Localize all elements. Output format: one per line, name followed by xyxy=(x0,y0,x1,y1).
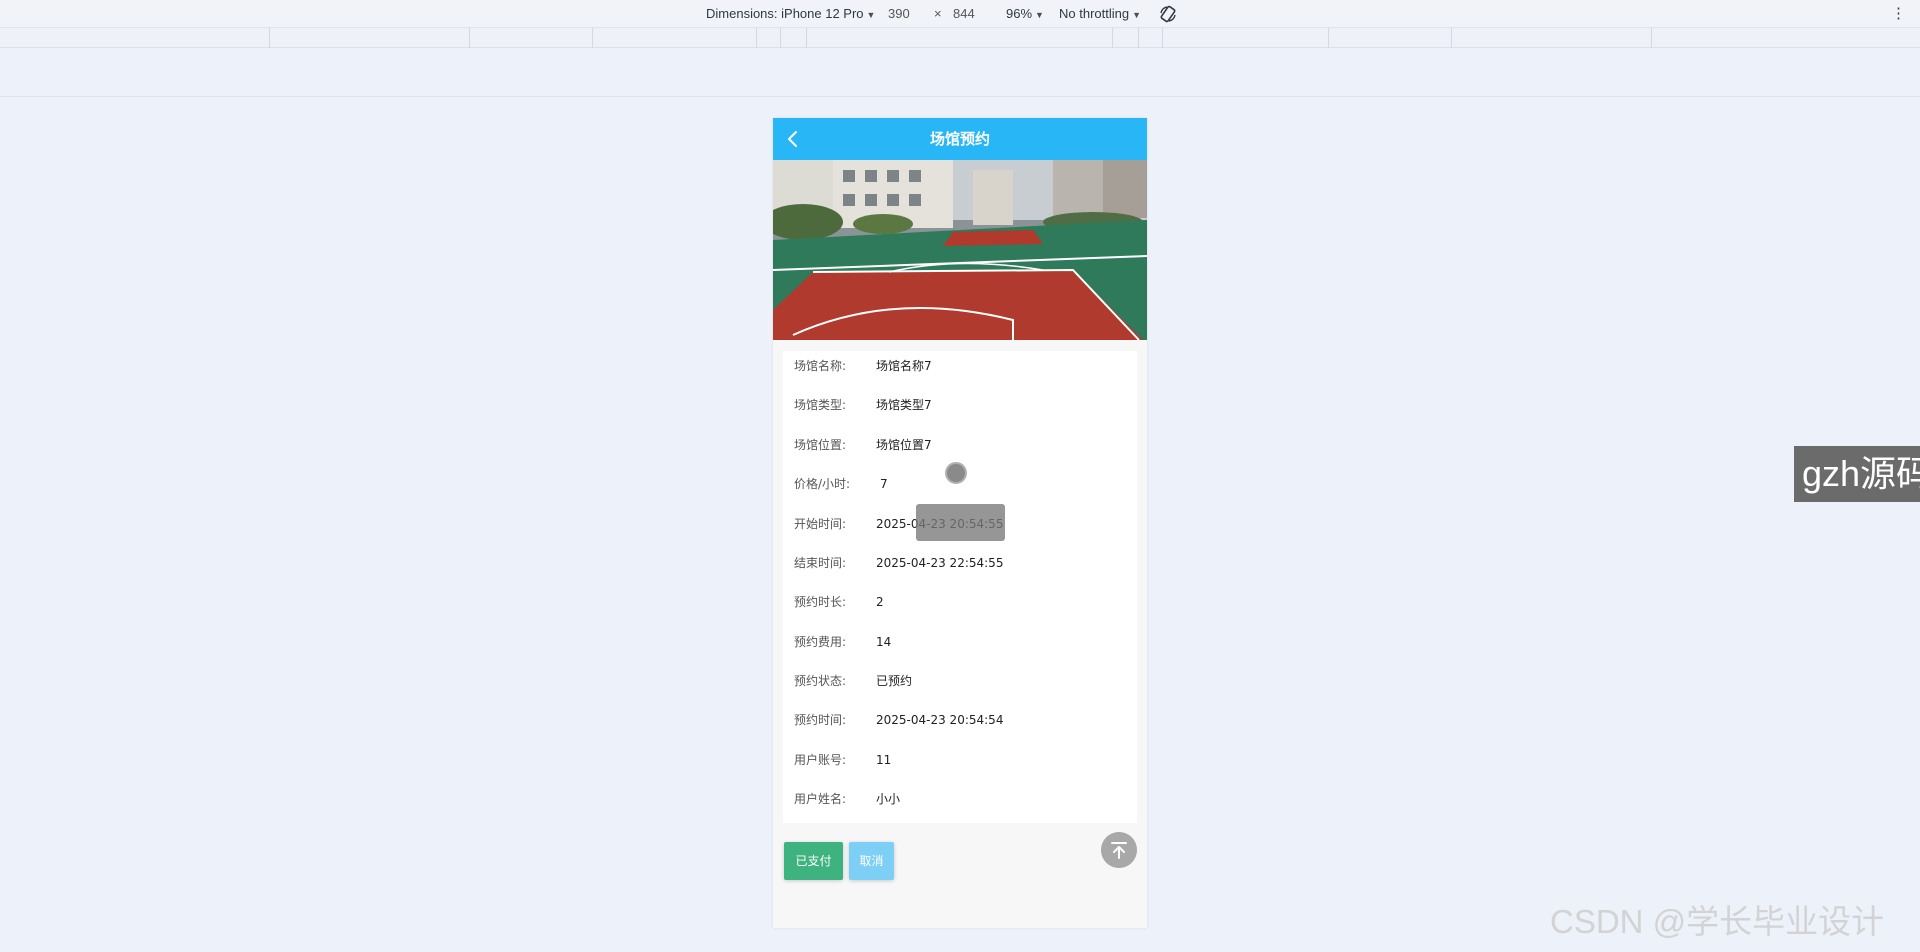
detail-row: 用户姓名: 小小 xyxy=(783,788,1137,810)
chevron-down-icon: ▼ xyxy=(866,10,876,20)
devtools-device-toolbar: Dimensions: iPhone 12 Pro ▼ 390 × 844 96%… xyxy=(0,0,1920,28)
app-header: 场馆预约 xyxy=(773,118,1147,160)
detail-value: 小小 xyxy=(876,792,901,806)
detail-row: 结束时间: 2025-04-23 22:54:55 xyxy=(783,552,1137,574)
detail-value: 场馆位置7 xyxy=(876,438,932,452)
media-query-ruler xyxy=(0,28,1920,48)
detail-value: 2025-04-23 20:54:54 xyxy=(876,713,1004,727)
detail-label: 开始时间: xyxy=(794,517,847,531)
detail-value: 7 xyxy=(880,477,888,491)
detail-value: 场馆名称7 xyxy=(876,359,932,373)
detail-label: 结束时间: xyxy=(794,556,847,570)
detail-row: 预约时长: 2 xyxy=(783,591,1137,613)
back-to-top-icon[interactable] xyxy=(1101,832,1137,868)
booking-details: 场馆名称: 场馆名称7 场馆类型: 场馆类型7 场馆位置: 场馆位置7 价格/小… xyxy=(783,351,1137,823)
toast-overlay xyxy=(916,504,1005,541)
detail-label: 预约费用: xyxy=(794,635,847,649)
detail-row: 预约状态: 已预约 xyxy=(783,670,1137,692)
rotate-icon[interactable] xyxy=(1158,4,1178,24)
detail-row: 场馆位置: 场馆位置7 xyxy=(783,434,1137,456)
chevron-down-icon: ▼ xyxy=(1132,10,1142,20)
detail-label: 场馆名称: xyxy=(794,359,847,373)
device-dimensions-label: Dimensions: iPhone 12 Pro xyxy=(706,6,864,21)
detail-label: 场馆位置: xyxy=(794,438,847,452)
detail-label: 预约状态: xyxy=(794,674,847,688)
chevron-down-icon: ▼ xyxy=(1035,10,1044,20)
loading-indicator xyxy=(945,462,967,484)
detail-value: 已预约 xyxy=(876,674,913,688)
ruler-area xyxy=(0,48,1920,97)
throttling-selector[interactable]: No throttling ▼ xyxy=(1059,6,1141,21)
height-input[interactable]: 844 xyxy=(953,6,975,21)
zoom-selector[interactable]: 96% ▼ xyxy=(1006,6,1044,21)
detail-row: 用户账号: 11 xyxy=(783,749,1137,771)
detail-row: 预约时间: 2025-04-23 20:54:54 xyxy=(783,709,1137,731)
detail-label: 预约时长: xyxy=(794,595,847,609)
detail-label: 用户姓名: xyxy=(794,792,847,806)
detail-row: 场馆类型: 场馆类型7 xyxy=(783,394,1137,416)
csdn-watermark: CSDN @学长毕业设计 xyxy=(1550,903,1885,940)
detail-row: 预约费用: 14 xyxy=(783,631,1137,653)
detail-label: 预约时间: xyxy=(794,713,847,727)
device-selector[interactable]: Dimensions: iPhone 12 Pro ▼ xyxy=(706,6,875,21)
detail-value: 2025-04-23 22:54:55 xyxy=(876,556,1004,570)
detail-label: 价格/小时: xyxy=(794,477,851,491)
detail-row: 场馆名称: 场馆名称7 xyxy=(783,355,1137,377)
page-title: 场馆预约 xyxy=(929,130,990,148)
detail-value: 14 xyxy=(876,635,892,649)
venue-photo xyxy=(773,160,1147,340)
detail-label: 用户账号: xyxy=(794,753,847,767)
watermark-box: gzh源码 xyxy=(1794,446,1920,502)
detail-label: 场馆类型: xyxy=(794,398,847,412)
paid-button[interactable]: 已支付 xyxy=(784,842,843,880)
detail-value: 2 xyxy=(876,595,884,609)
zoom-label: 96% xyxy=(1006,6,1033,21)
width-input[interactable]: 390 xyxy=(888,6,910,21)
cancel-button[interactable]: 取消 xyxy=(849,842,894,880)
more-options-icon[interactable]: ⋮ xyxy=(1891,4,1906,24)
throttling-label: No throttling xyxy=(1059,6,1130,21)
back-arrow-icon[interactable] xyxy=(781,127,805,151)
detail-value: 场馆类型7 xyxy=(876,398,932,412)
times-sign: × xyxy=(934,6,942,21)
detail-value: 11 xyxy=(876,753,892,767)
